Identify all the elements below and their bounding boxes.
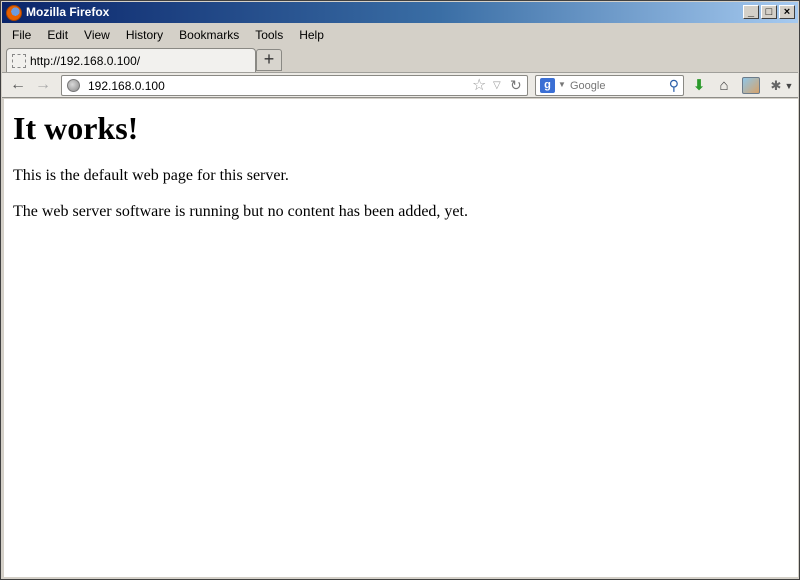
close-button[interactable]: × (779, 5, 795, 19)
menu-edit[interactable]: Edit (39, 24, 76, 44)
persona-icon[interactable] (742, 77, 760, 94)
menu-help[interactable]: Help (291, 24, 332, 44)
browser-window: Mozilla Firefox _ □ × File Edit View His… (0, 0, 800, 580)
paragraph-no-content: The web server software is running but n… (13, 203, 468, 220)
paragraph-default-page: This is the default web page for this se… (13, 167, 289, 184)
window-title: Mozilla Firefox (26, 5, 110, 19)
menu-bar: File Edit View History Bookmarks Tools H… (2, 24, 798, 44)
search-bar[interactable]: g ▼ Google ⚲ (535, 75, 684, 96)
title-bar[interactable]: Mozilla Firefox _ □ × (2, 2, 798, 23)
url-bar[interactable]: 192.168.0.100 ☆ ▽ ↻ (61, 75, 528, 96)
back-button[interactable]: ← (8, 76, 28, 94)
tab-current[interactable]: http://192.168.0.100/ (6, 48, 256, 72)
firefox-logo-icon (6, 5, 22, 21)
reload-icon[interactable]: ↻ (510, 76, 522, 95)
menu-tools[interactable]: Tools (247, 24, 291, 44)
tools-icon[interactable]: ✱ (767, 77, 785, 95)
tab-label: http://192.168.0.100/ (30, 54, 141, 68)
page-content: It works! This is the default web page f… (4, 99, 798, 577)
search-magnifier-icon[interactable]: ⚲ (669, 77, 679, 94)
menu-view[interactable]: View (76, 24, 118, 44)
download-icon[interactable]: ⬇ (690, 77, 708, 95)
tools-dropdown-icon[interactable]: ▼ (784, 77, 794, 95)
window-controls: _ □ × (743, 5, 795, 19)
engine-dropdown-icon[interactable]: ▼ (558, 79, 566, 91)
globe-icon[interactable] (67, 79, 80, 92)
bookmark-star-icon[interactable]: ☆ (472, 76, 486, 95)
google-engine-icon[interactable]: g (540, 78, 555, 93)
minimize-button[interactable]: _ (743, 5, 759, 19)
page-heading: It works! (13, 110, 139, 146)
maximize-button[interactable]: □ (761, 5, 777, 19)
tab-strip: http://192.168.0.100/ + (2, 45, 798, 72)
menu-history[interactable]: History (118, 24, 171, 44)
url-input[interactable]: 192.168.0.100 (88, 79, 165, 93)
search-input[interactable]: Google (570, 79, 605, 93)
menu-bookmarks[interactable]: Bookmarks (171, 24, 247, 44)
menu-file[interactable]: File (2, 24, 39, 44)
blank-page-icon (12, 54, 26, 68)
home-icon[interactable]: ⌂ (715, 77, 733, 95)
forward-button[interactable]: → (33, 76, 53, 94)
new-tab-button[interactable]: + (256, 49, 282, 71)
history-dropdown-icon[interactable]: ▽ (493, 77, 501, 95)
navigation-toolbar: ← → 192.168.0.100 ☆ ▽ ↻ g ▼ Google ⚲ ⬇ ⌂… (2, 72, 798, 98)
